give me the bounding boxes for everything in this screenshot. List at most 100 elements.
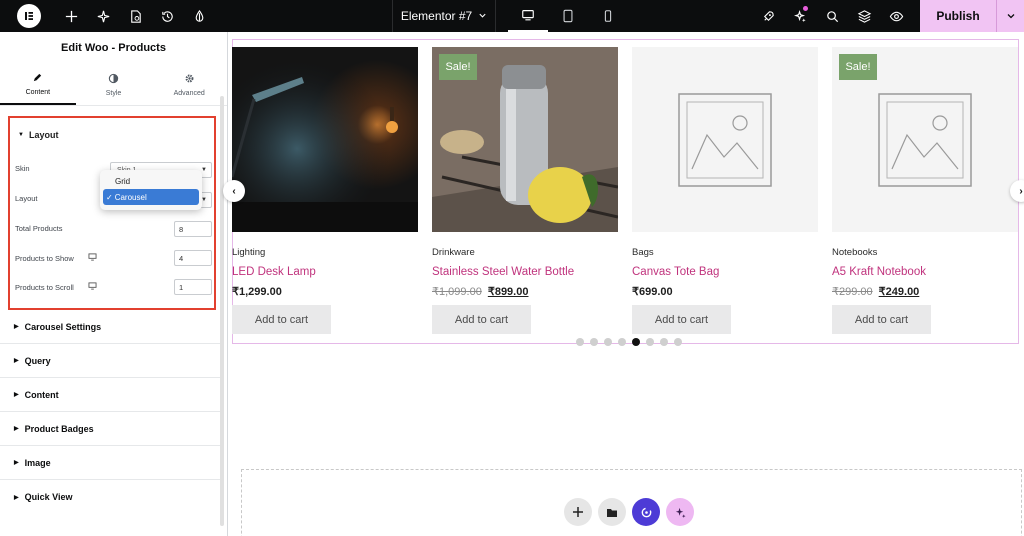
responsive-tablet-icon[interactable] [548,0,588,32]
carousel-dot[interactable] [604,338,612,346]
desk-lamp-photo[interactable] [232,47,418,232]
product-price: ₹1,099.00 ₹899.00 [432,285,618,298]
carousel-dot[interactable] [660,338,668,346]
section-content[interactable]: ▶ Content [0,378,220,412]
section-quick-view[interactable]: ▶ Quick View [0,480,220,514]
placeholder-image[interactable]: Sale! [832,47,1018,232]
sale-price: ₹249.00 [878,286,920,298]
chevron-down-icon [478,9,487,23]
section-query[interactable]: ▶ Query [0,344,220,378]
add-section-plus-icon[interactable] [564,498,592,526]
publish-options-chevron-icon[interactable] [996,0,1024,32]
section-carousel-settings[interactable]: ▶ Carousel Settings [0,310,220,344]
products-carousel-widget[interactable]: Lighting LED Desk Lamp ₹1,299.00 Add to … [232,39,1019,346]
layout-label: Layout [15,194,38,203]
elementor-editor: Elementor #7 Publish Edit Woo - Products… [0,0,1024,536]
page-settings-icon[interactable] [119,0,151,32]
section-title: Content [24,389,59,400]
add-to-cart-button[interactable]: Add to cart [632,305,731,334]
products-to-show-label: Products to Show [15,253,97,263]
theme-style-icon[interactable] [183,0,215,32]
add-to-cart-button[interactable]: Add to cart [432,305,531,334]
sale-price: ₹899.00 [487,286,529,298]
product-name-link[interactable]: Canvas Tote Bag [632,266,818,278]
current-price: ₹1,299.00 [232,286,282,298]
search-icon[interactable] [816,0,848,32]
responsive-desktop-icon[interactable] [508,0,548,32]
caret-right-icon: ▶ [14,460,19,466]
tab-advanced[interactable]: Advanced [151,64,227,105]
history-icon[interactable] [151,0,183,32]
document-title: Elementor #7 [400,9,473,23]
panel-tabs: Content Style Advanced [0,64,227,106]
product-card: Sale! Notebooks A5 Kraft Notebook ₹299.0… [832,47,1018,334]
caret-right-icon: ▶ [14,494,19,501]
carousel-dot[interactable] [632,338,640,346]
section-title: Quick View [24,492,73,502]
product-name-link[interactable]: Stainless Steel Water Bottle [432,266,618,278]
elementor-logo-icon[interactable] [17,4,41,28]
layout-option-grid[interactable]: Grid [103,173,199,189]
total-products-input[interactable]: 8 [174,221,212,237]
panel-scrollbar[interactable] [220,96,224,526]
layout-option-carousel[interactable]: ✓ Carousel [103,189,199,205]
section-title: Query [24,355,51,366]
carousel-dot[interactable] [576,338,584,346]
layout-section: ▼ Layout Skin Skin 1 ▼ Layout ▼ Total Pr… [8,116,216,310]
section-product-badges[interactable]: ▶ Product Badges [0,412,220,446]
publish-button[interactable]: Publish [920,0,996,32]
product-card: Bags Canvas Tote Bag ₹699.00 Add to cart [632,47,818,334]
add-to-cart-button[interactable]: Add to cart [832,305,931,334]
structure-layers-icon[interactable] [848,0,880,32]
original-price: ₹299.00 [832,286,873,298]
pencil-icon [32,72,43,85]
desktop-icon [88,253,97,263]
placeholder-image[interactable] [632,47,818,232]
section-image[interactable]: ▶ Image [0,446,220,480]
sale-badge: Sale! [839,54,877,80]
document-title-dropdown[interactable]: Elementor #7 [392,0,496,32]
preview-canvas: Lighting LED Desk Lamp ₹1,299.00 Add to … [223,32,1024,536]
layout-section-header[interactable]: ▼ Layout [18,130,58,140]
rocket-icon[interactable] [752,0,784,32]
carousel-prev-arrow-icon[interactable]: ‹ [223,180,245,202]
gear-icon [184,73,195,86]
ai-notifications-icon[interactable] [784,0,816,32]
products-to-scroll-input[interactable]: 1 [174,279,212,295]
original-price: ₹1,099.00 [432,286,482,298]
carousel-dot[interactable] [646,338,654,346]
responsive-mobile-icon[interactable] [588,0,628,32]
add-section-buttons [564,498,694,526]
templates-folder-icon[interactable] [598,498,626,526]
product-card: Sale! Drinkware Stainless Steel Water Bo… [432,47,618,334]
add-to-cart-button[interactable]: Add to cart [232,305,331,334]
layout-option-label: Carousel [114,192,147,202]
add-icon[interactable] [55,0,87,32]
top-bar: Elementor #7 Publish [0,0,1024,32]
contrast-icon [108,73,119,86]
editor-panel: Edit Woo - Products Content Style Advanc… [0,32,228,536]
caret-down-icon: ▼ [18,132,24,138]
tab-label: Advanced [173,89,205,97]
ai-sparkle-icon[interactable] [666,498,694,526]
notification-dot [803,6,808,11]
site-settings-icon[interactable] [87,0,119,32]
product-card: Lighting LED Desk Lamp ₹1,299.00 Add to … [232,47,418,334]
product-name-link[interactable]: A5 Kraft Notebook [832,266,1018,278]
tab-content[interactable]: Content [0,64,76,105]
checkmark-icon: ✓ [106,192,113,202]
carousel-dot[interactable] [590,338,598,346]
carousel-dot[interactable] [618,338,626,346]
section-title: Image [24,457,51,468]
preview-eye-icon[interactable] [880,0,912,32]
tab-label: Content [25,88,51,96]
product-price: ₹1,299.00 [232,285,418,298]
desktop-icon [88,282,97,292]
carousel-dot[interactable] [674,338,682,346]
tab-style[interactable]: Style [76,64,152,105]
product-name-link[interactable]: LED Desk Lamp [232,266,418,278]
products-to-show-input[interactable]: 4 [174,250,212,266]
tab-label: Style [105,89,122,97]
water-bottle-photo[interactable]: Sale! [432,47,618,232]
kit-library-icon[interactable] [632,498,660,526]
